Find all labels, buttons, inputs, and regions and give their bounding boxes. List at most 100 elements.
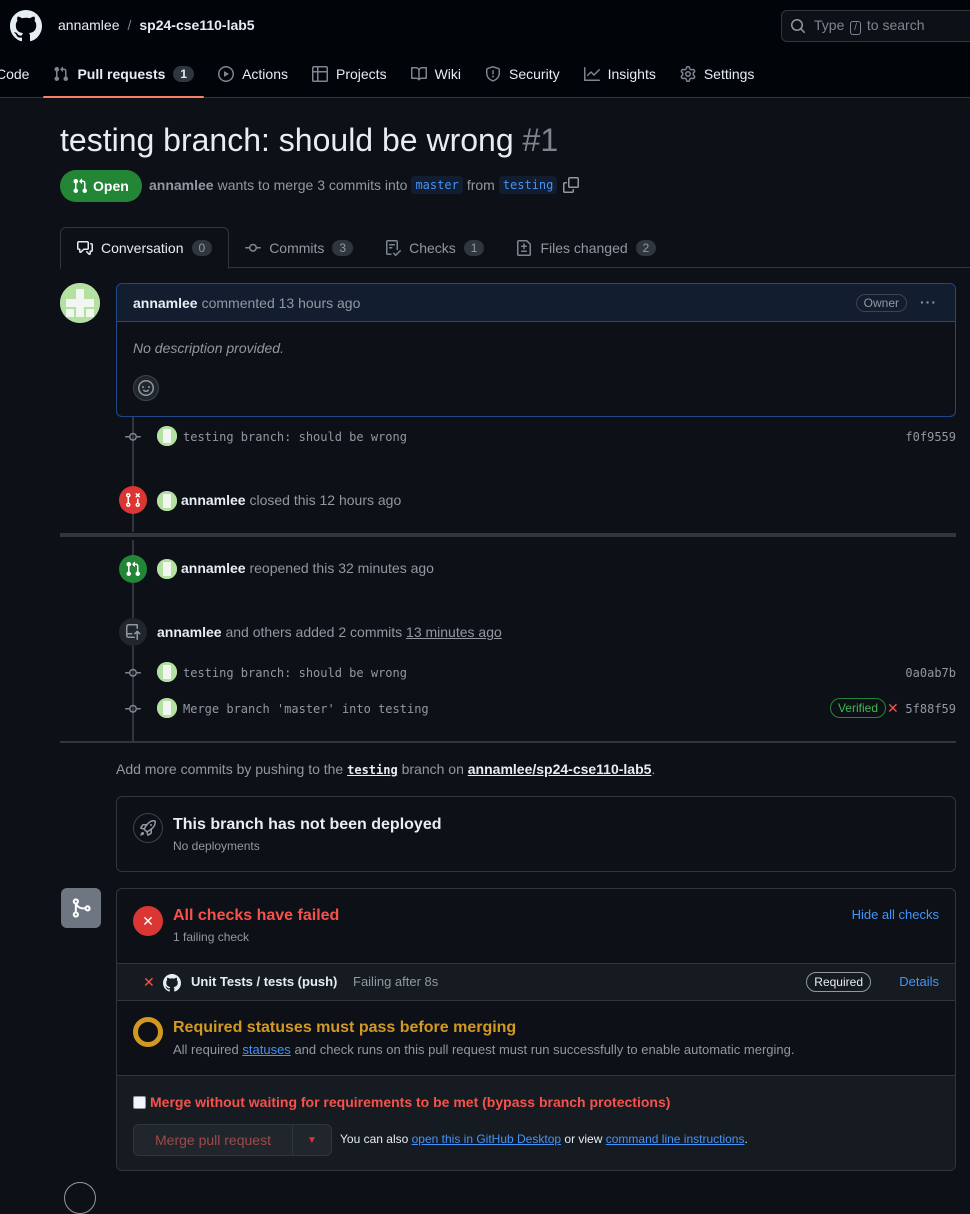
search-icon (791, 19, 806, 34)
repo-nav: Code Pull requests 1 Actions Projects Wi… (0, 56, 766, 98)
tab-count: 1 (463, 239, 485, 256)
app-header: annamlee / sp24-cse110-lab5 Type / to se… (0, 0, 970, 98)
search-input[interactable]: Type / to search (781, 10, 970, 42)
tab-count: 0 (191, 240, 213, 256)
pending-status-icon (133, 1017, 163, 1047)
x-circle-icon: ✕ (133, 906, 163, 936)
closed-event-badge (119, 486, 147, 514)
commit-sha-link[interactable]: 5f88f59 (905, 702, 956, 716)
merge-button-label[interactable]: Merge pull request (134, 1125, 292, 1155)
timeline-end-divider (60, 741, 956, 743)
command-line-link[interactable]: command line instructions (606, 1132, 745, 1146)
push-hint: Add more commits by pushing to the testi… (116, 761, 656, 777)
git-merge-icon (61, 888, 101, 928)
avatar (64, 1182, 96, 1214)
event-user-link[interactable]: annamlee (157, 624, 222, 640)
comment-action: commented 13 hours ago (201, 294, 361, 311)
breadcrumb-owner[interactable]: annamlee (58, 17, 120, 33)
commit-sha-link[interactable]: 0a0ab7b (905, 666, 956, 680)
shield-icon (486, 66, 501, 82)
status-badge: Open (60, 170, 142, 202)
avatar[interactable] (157, 698, 177, 718)
repo-link[interactable]: annamlee/sp24-cse110-lab5 (468, 761, 652, 777)
commit-message-link[interactable]: testing branch: should be wrong (183, 430, 407, 444)
play-icon (218, 66, 235, 82)
book-icon (410, 66, 427, 81)
deploy-title: This branch has not been deployed (173, 816, 442, 833)
branch-link[interactable]: testing (347, 763, 398, 777)
bypass-label[interactable]: Merge without waiting for requirements t… (150, 1094, 670, 1110)
merge-pull-request-button[interactable]: Merge pull request ▼ (133, 1124, 332, 1156)
commit-sha-link[interactable]: f0f9559 (905, 430, 956, 444)
merge-alternatives: You can also open this in GitHub Desktop… (340, 1132, 748, 1146)
commit-message-link[interactable]: testing branch: should be wrong (183, 666, 407, 680)
graph-icon (583, 67, 600, 81)
event-user-link[interactable]: annamlee (181, 492, 246, 508)
x-icon[interactable]: ✕ (887, 700, 899, 717)
nav-wiki[interactable]: Wiki (399, 56, 473, 92)
breadcrumb-separator: / (127, 17, 132, 33)
search-shortcut-key: / (850, 21, 862, 35)
comment-author[interactable]: annamlee (133, 295, 198, 311)
smiley-icon (138, 380, 154, 396)
github-logo-icon[interactable] (10, 10, 42, 42)
check-details-link[interactable]: Details (899, 974, 939, 989)
git-commit-icon (125, 429, 141, 441)
pull-request-icon (126, 561, 141, 577)
nav-pull-requests[interactable]: Pull requests 1 (41, 56, 206, 98)
event-time-link[interactable]: 13 minutes ago (406, 624, 502, 640)
owner-badge: Owner (855, 294, 907, 312)
git-commit-icon (125, 701, 141, 713)
copy-icon[interactable] (563, 177, 580, 193)
comment-body: No description provided. (133, 340, 284, 356)
check-status: Failing after 8s (353, 974, 439, 989)
head-branch[interactable]: testing (498, 176, 558, 194)
avatar[interactable] (157, 559, 177, 579)
verified-badge[interactable]: Verified (829, 698, 886, 718)
bypass-option[interactable]: Merge without waiting for requirements t… (133, 1094, 670, 1110)
pr-title-text: testing branch: should be wrong (60, 122, 514, 158)
nav-actions[interactable]: Actions (206, 56, 300, 92)
nav-projects[interactable]: Projects (300, 56, 399, 92)
deployments-box: This branch has not been deployed No dep… (116, 796, 956, 872)
event-user-link[interactable]: annamlee (181, 560, 246, 576)
chevron-down-icon[interactable]: ▼ (292, 1125, 331, 1155)
tab-conversation[interactable]: Conversation 0 (60, 227, 230, 269)
more-options-icon[interactable]: ··· (920, 294, 937, 310)
nav-security[interactable]: Security (473, 56, 572, 92)
git-commit-icon (125, 665, 141, 677)
nav-insights[interactable]: Insights (572, 56, 668, 92)
pull-requests-count: 1 (173, 66, 195, 82)
github-desktop-link[interactable]: open this in GitHub Desktop (412, 1132, 561, 1146)
merge-actions: Merge without waiting for requirements t… (117, 1075, 955, 1170)
bypass-checkbox[interactable] (133, 1095, 146, 1109)
push-event-badge (119, 618, 147, 646)
repo-push-icon (126, 624, 141, 640)
merge-box: ✕ All checks have failed 1 failing check… (116, 888, 956, 1171)
statuses-link[interactable]: statuses (242, 1042, 290, 1057)
tab-files-changed[interactable]: Files changed 2 (500, 227, 672, 268)
avatar[interactable] (157, 662, 177, 682)
commit-message-link[interactable]: Merge branch 'master' into testing (183, 702, 429, 716)
git-commit-icon (245, 243, 262, 252)
hide-all-checks-button[interactable]: Hide all checks (852, 907, 939, 922)
nav-settings[interactable]: Settings (668, 56, 767, 92)
add-reaction-button[interactable] (133, 375, 159, 401)
avatar[interactable] (157, 491, 177, 511)
checks-subtitle: 1 failing check (173, 930, 250, 944)
search-placeholder: Type / to search (814, 17, 925, 35)
avatar[interactable] (157, 426, 177, 446)
check-row: ✕ Unit Tests / tests (push) Failing afte… (117, 963, 955, 1001)
pr-author-link[interactable]: annamlee (149, 177, 214, 193)
required-statuses-subtitle: All required statuses and check runs on … (173, 1042, 795, 1057)
nav-code[interactable]: Code (0, 56, 41, 92)
tab-commits[interactable]: Commits 3 (229, 227, 369, 268)
breadcrumb-repo[interactable]: sp24-cse110-lab5 (139, 17, 254, 33)
pr-meta: annamlee wants to merge 3 commits into m… (149, 176, 580, 194)
required-statuses-title: Required statuses must pass before mergi… (173, 1019, 517, 1036)
file-diff-icon (517, 239, 532, 256)
tab-checks[interactable]: Checks 1 (369, 227, 500, 268)
avatar[interactable] (60, 283, 100, 323)
base-branch[interactable]: master (411, 176, 463, 194)
comment-header: annamlee commented 13 hours ago (117, 284, 955, 322)
